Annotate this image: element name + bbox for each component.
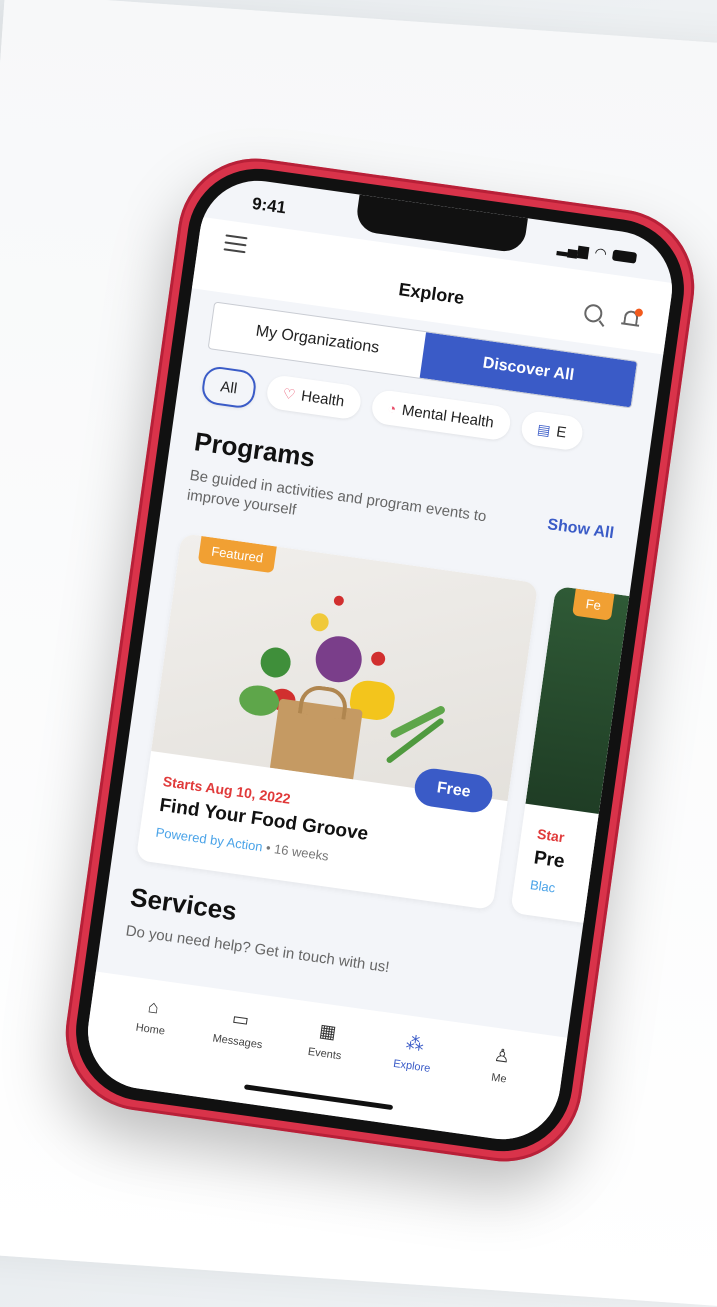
nav-me[interactable]: ♙ Me xyxy=(459,1040,535,1142)
chip-e[interactable]: ▤ E xyxy=(519,409,585,452)
chip-label: All xyxy=(219,377,239,397)
programs-title: Programs xyxy=(192,426,317,473)
brain-icon: ◔ xyxy=(386,399,398,417)
signal-icon: ▂▄▆ xyxy=(556,238,590,259)
card-title: Pre xyxy=(532,847,566,873)
notification-bell-icon[interactable] xyxy=(621,306,644,328)
food-image xyxy=(151,533,539,802)
programs-description: Be guided in activities and program even… xyxy=(185,466,488,526)
chip-label: E xyxy=(555,422,568,442)
services-description: Do you need help? Get in touch with us! xyxy=(124,922,391,977)
show-all-link[interactable]: Show All xyxy=(546,516,615,543)
program-card[interactable]: Featured Free Starts Aug 10, 2022 Find Y… xyxy=(135,533,539,911)
card-meta: Blac xyxy=(529,877,556,895)
chip-label: Health xyxy=(300,387,346,410)
battery-icon xyxy=(611,249,638,264)
featured-badge: Fe xyxy=(572,588,615,621)
chip-health[interactable]: ♡ Health xyxy=(264,373,363,421)
chip-mental-health[interactable]: ◔ Mental Health xyxy=(369,388,512,442)
calendar-icon: ▦ xyxy=(318,1019,338,1042)
nav-explore[interactable]: ⁂ Explore xyxy=(372,1028,448,1130)
nav-label: Messages xyxy=(211,1032,264,1052)
book-icon: ▤ xyxy=(536,420,552,438)
explore-icon: ⁂ xyxy=(404,1031,426,1055)
meta-separator: • xyxy=(265,840,272,856)
messages-icon: ▭ xyxy=(230,1007,251,1030)
chip-all[interactable]: All xyxy=(200,364,258,410)
chip-label: Mental Health xyxy=(400,401,495,431)
home-icon: ⌂ xyxy=(146,995,161,1018)
status-time: 9:41 xyxy=(250,193,288,218)
nav-home[interactable]: ⌂ Home xyxy=(110,992,186,1094)
nav-label: Explore xyxy=(392,1057,432,1075)
status-icons: ▂▄▆ ◠ xyxy=(556,238,638,267)
heart-icon: ♡ xyxy=(281,384,297,403)
nav-label: Home xyxy=(134,1021,166,1038)
hamburger-menu-icon[interactable] xyxy=(223,234,248,254)
wifi-icon: ◠ xyxy=(593,243,608,262)
nav-label: Events xyxy=(307,1045,343,1063)
card-duration: 16 weeks xyxy=(273,841,330,864)
card-date: Star xyxy=(536,825,566,846)
services-title: Services xyxy=(128,881,239,927)
person-icon: ♙ xyxy=(492,1044,512,1067)
nav-label: Me xyxy=(490,1071,508,1086)
powered-by[interactable]: Blac xyxy=(529,877,556,895)
